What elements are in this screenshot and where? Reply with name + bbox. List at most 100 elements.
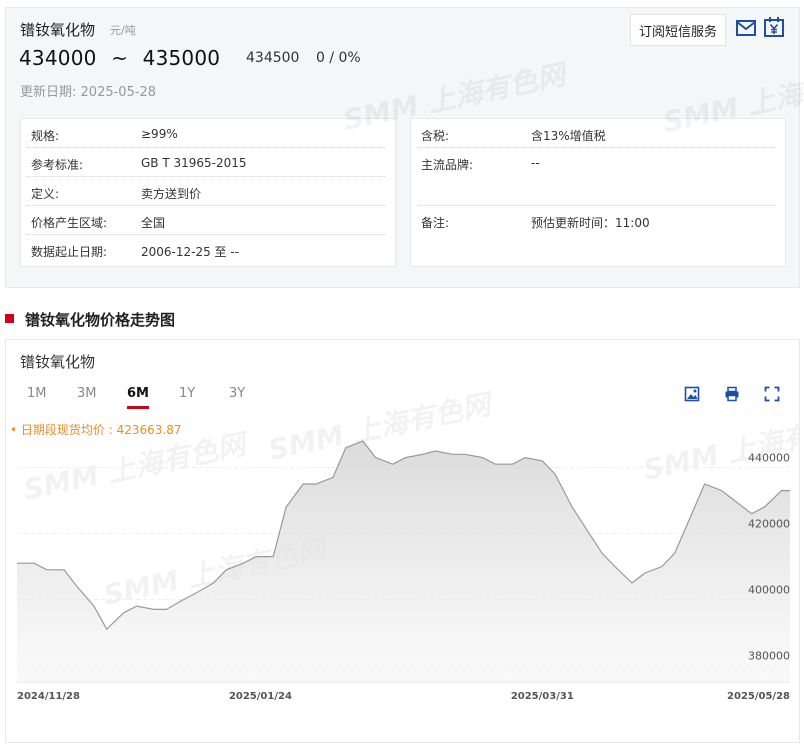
info-label: 备注: xyxy=(421,216,450,230)
info-row-standard: 参考标准: GB T 31965-2015 xyxy=(27,148,385,177)
data-point xyxy=(763,506,765,508)
info-row-region: 价格产生区域: 全国 xyxy=(27,206,385,235)
watermark: SMM 上海有色网 xyxy=(641,407,799,487)
data-point xyxy=(195,592,197,594)
info-row-spec: 规格: ≥99% xyxy=(27,119,385,148)
data-point xyxy=(674,552,676,554)
info-value: 2006-12-25 至 -- xyxy=(141,245,240,259)
data-point xyxy=(661,566,663,568)
x-tick-label: 2025/01/24 xyxy=(229,691,292,702)
info-label: 主流品牌: xyxy=(421,158,474,172)
data-point xyxy=(255,556,257,558)
info-value: ≥99% xyxy=(141,127,178,141)
data-point xyxy=(751,513,753,515)
section-title: 镨钕氧化物价格走势图 xyxy=(25,311,176,329)
info-value: -- xyxy=(531,156,540,170)
data-point xyxy=(789,490,791,492)
data-point xyxy=(644,572,646,574)
info-row-remark: 备注: 预估更新时间：11:00 xyxy=(417,206,775,235)
spec-info-left: 规格: ≥99% 参考标准: GB T 31965-2015 定义: 卖方送到价… xyxy=(20,118,396,267)
data-point xyxy=(315,483,317,485)
data-point xyxy=(733,500,735,502)
y-tick-label: 400000 xyxy=(748,584,790,597)
info-label: 含税: xyxy=(421,129,450,143)
data-point xyxy=(153,608,155,610)
info-value: 预估更新时间：11:00 xyxy=(531,216,650,230)
y-tick-label: 420000 xyxy=(748,518,790,531)
x-tick-label: 2025/05/28 xyxy=(727,691,790,702)
calendar-yuan-icon[interactable] xyxy=(763,16,785,38)
price-card: 镨钕氧化物 元/吨 434000 ~ 435000 434500 0 / 0% … xyxy=(5,7,804,288)
data-point xyxy=(435,450,437,452)
price-change: 0 / 0% xyxy=(316,50,361,66)
info-row-definition: 定义: 卖方送到价 xyxy=(27,177,385,206)
data-point xyxy=(225,569,227,571)
data-point xyxy=(511,463,513,465)
spec-info-right: 含税: 含13%增值税 主流品牌: -- 备注: 预估更新时间：11:00 xyxy=(410,118,786,267)
price-unit: 元/吨 xyxy=(110,24,136,37)
data-point xyxy=(691,513,693,515)
info-value: 含13%增值税 xyxy=(531,129,606,143)
update-date-label: 更新日期: xyxy=(20,85,77,100)
price-trend-chart: SMM 上海有色网SMM 上海有色网SMM 上海有色网 SMM 上海有色网 380… xyxy=(16,387,799,702)
watermark: SMM 上海有色网 xyxy=(21,427,252,507)
y-tick-label: 440000 xyxy=(748,452,790,465)
data-point xyxy=(212,582,214,584)
price-tilde: ~ xyxy=(111,46,129,70)
data-point xyxy=(242,562,244,564)
mail-icon[interactable] xyxy=(735,17,757,39)
info-row-date-range: 数据起止日期: 2006-12-25 至 -- xyxy=(27,235,385,264)
data-point xyxy=(302,483,304,485)
x-tick-label: 2024/11/28 xyxy=(17,691,80,702)
data-point xyxy=(165,608,167,610)
update-date: 更新日期: 2025-05-28 xyxy=(20,81,156,100)
data-point xyxy=(482,457,484,459)
price-low: 434000 xyxy=(19,46,97,70)
data-point xyxy=(780,490,782,492)
section-marker xyxy=(5,314,14,323)
subscribe-sms-button[interactable]: 订阅短信服务 xyxy=(630,14,726,46)
data-point xyxy=(16,562,18,564)
data-point xyxy=(46,569,48,571)
info-value: GB T 31965-2015 xyxy=(141,156,247,170)
data-point xyxy=(285,506,287,508)
info-label: 规格: xyxy=(31,129,60,143)
product-title: 镨钕氧化物 xyxy=(20,21,96,39)
data-point xyxy=(33,562,35,564)
price-high: 435000 xyxy=(142,46,221,70)
data-point xyxy=(541,460,543,462)
info-label: 价格产生区域: xyxy=(31,216,108,230)
data-point xyxy=(524,457,526,459)
info-value: 卖方送到价 xyxy=(141,187,202,201)
data-point xyxy=(106,628,108,630)
chart-card: 镨钕氧化物 1M 3M 6M 1Y 3Y • 日期段现货均价 : 423663.… xyxy=(5,339,800,743)
data-point xyxy=(452,453,454,455)
data-point xyxy=(721,490,723,492)
data-point xyxy=(76,585,78,587)
info-label: 参考标准: xyxy=(31,158,84,172)
y-tick-label: 380000 xyxy=(748,650,790,663)
info-row-brand: 主流品牌: -- xyxy=(417,148,775,206)
data-point xyxy=(571,506,573,508)
data-point xyxy=(554,473,556,475)
data-point xyxy=(93,605,95,607)
data-point xyxy=(63,569,65,571)
price-average: 434500 xyxy=(246,50,300,66)
data-point xyxy=(614,566,616,568)
price-range: 434000 ~ 435000 xyxy=(19,46,220,70)
data-point xyxy=(272,556,274,558)
x-tick-label: 2025/03/31 xyxy=(511,691,574,702)
data-point xyxy=(183,599,185,601)
data-point xyxy=(464,453,466,455)
data-point xyxy=(601,552,603,554)
data-point xyxy=(332,476,334,478)
data-point xyxy=(123,612,125,614)
data-point xyxy=(345,447,347,449)
data-point xyxy=(136,605,138,607)
data-point xyxy=(392,463,394,465)
data-point xyxy=(422,453,424,455)
data-point xyxy=(494,463,496,465)
data-point xyxy=(704,483,706,485)
data-point xyxy=(631,582,633,584)
info-value: 全国 xyxy=(141,216,166,230)
